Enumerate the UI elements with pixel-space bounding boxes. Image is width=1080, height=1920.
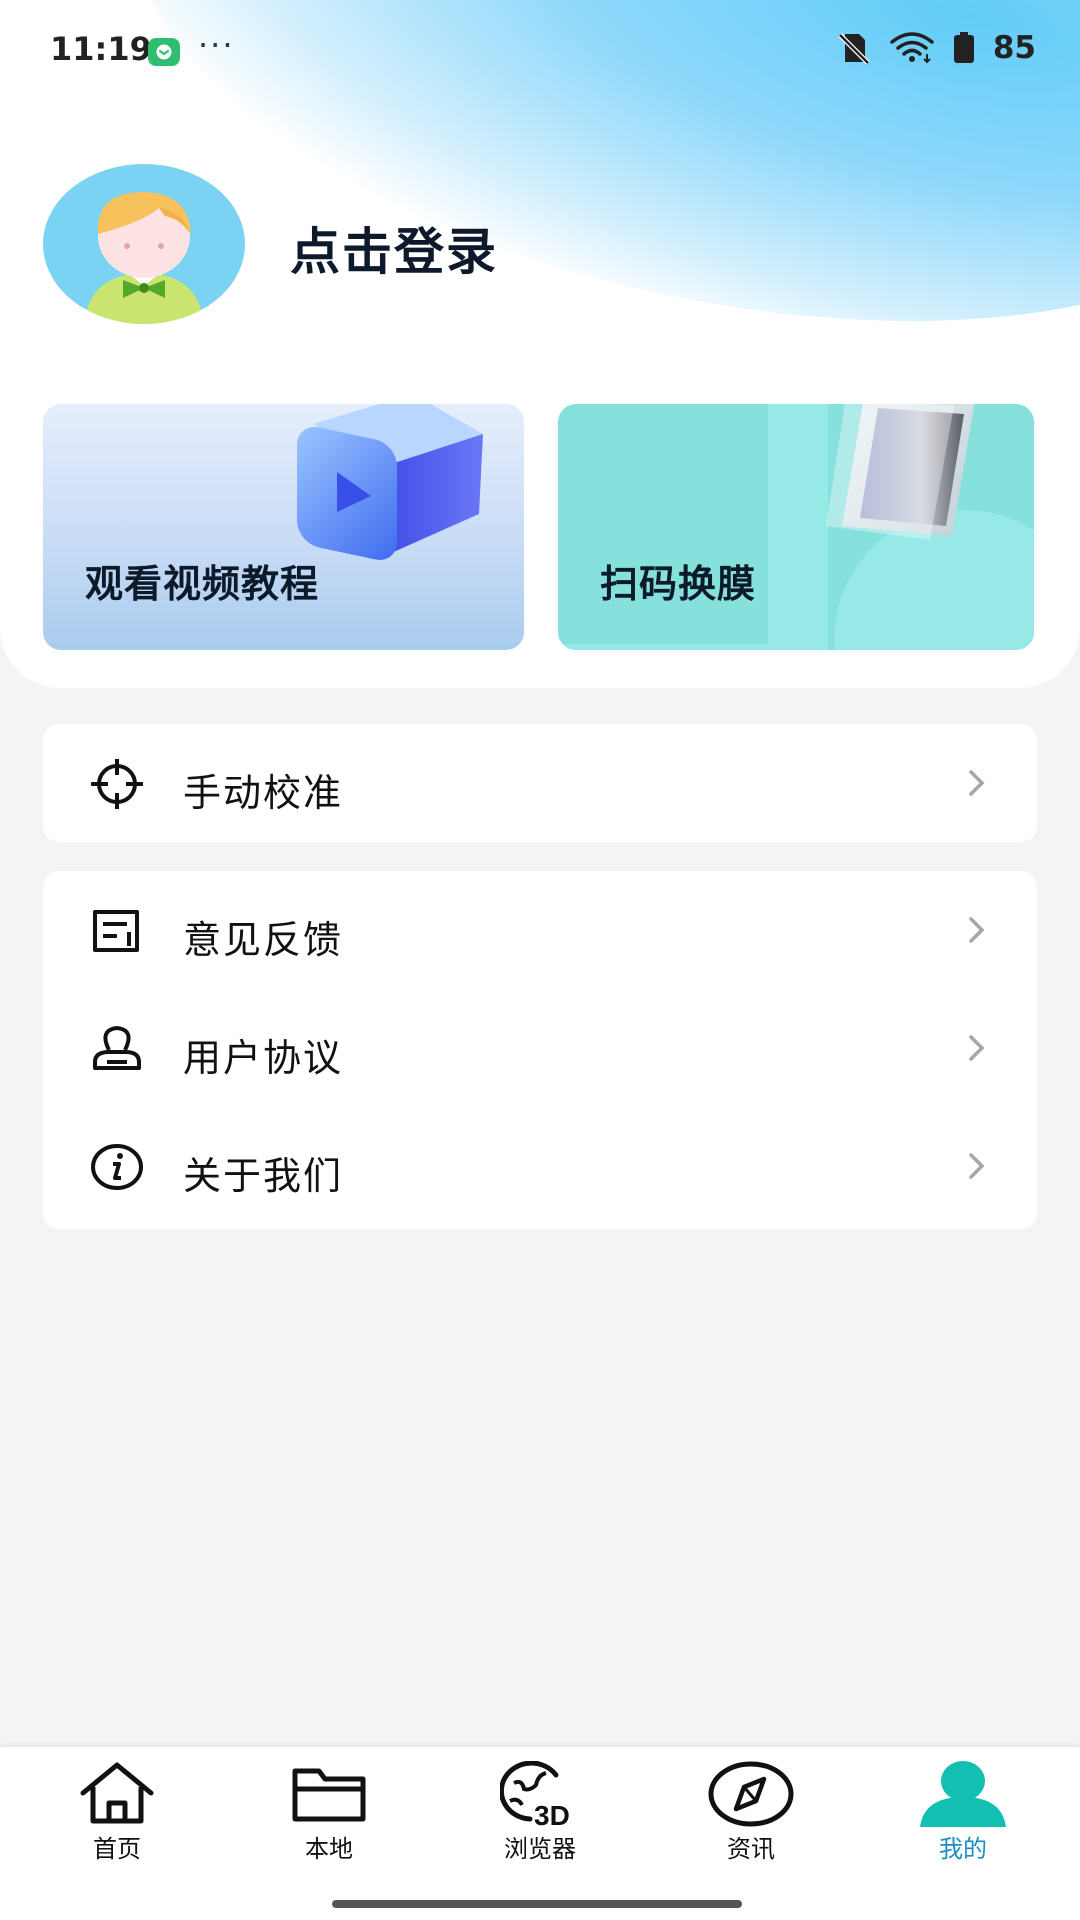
battery-level: 85 xyxy=(992,30,1036,66)
globe-3d-icon: 3D xyxy=(500,1761,570,1827)
settings-card: 意见反馈 用户协议 关于我们 xyxy=(43,871,1037,1229)
nav-label: 资讯 xyxy=(727,1835,775,1863)
menu-item-feedback[interactable]: 意见反馈 xyxy=(43,871,1037,989)
nav-browser[interactable]: 3D 浏览器 xyxy=(460,1761,620,1881)
chevron-right-icon xyxy=(969,770,985,796)
stamp-icon xyxy=(93,1025,141,1070)
screen-protector-icon xyxy=(826,404,975,540)
gesture-home-bar[interactable] xyxy=(332,1900,742,1908)
chevron-right-icon xyxy=(969,1035,985,1061)
home-icon xyxy=(80,1762,154,1824)
user-icon xyxy=(920,1761,1006,1827)
calibration-card: 手动校准 xyxy=(43,724,1037,842)
video-tutorial-tile[interactable]: 观看视频教程 xyxy=(43,404,524,650)
info-icon xyxy=(91,1144,143,1190)
tile-decoration xyxy=(558,404,828,650)
menu-label: 意见反馈 xyxy=(183,918,344,962)
status-bar: 11:19 ··· 85 xyxy=(0,0,1080,100)
folder-icon xyxy=(292,1768,366,1822)
nav-label: 浏览器 xyxy=(504,1835,576,1863)
video-tutorial-label: 观看视频教程 xyxy=(85,562,320,606)
video-cube-icon xyxy=(297,404,483,560)
more-notifications-icon: ··· xyxy=(198,26,235,64)
scan-change-film-tile[interactable]: 扫码换膜 xyxy=(558,404,1034,650)
svg-text:3D: 3D xyxy=(534,1800,570,1827)
menu-label: 关于我们 xyxy=(183,1154,344,1198)
scan-change-film-label: 扫码换膜 xyxy=(600,562,757,606)
wechat-notification-icon xyxy=(148,38,180,66)
menu-item-manual-calibration[interactable]: 手动校准 xyxy=(43,724,1037,842)
compass-icon xyxy=(708,1761,794,1827)
nav-label: 我的 xyxy=(939,1835,987,1863)
menu-label: 手动校准 xyxy=(183,771,344,815)
nav-mine[interactable]: 我的 xyxy=(883,1761,1043,1881)
chevron-right-icon xyxy=(969,917,985,943)
nav-news[interactable]: 资讯 xyxy=(671,1761,831,1881)
login-prompt[interactable]: 点击登录 xyxy=(290,212,498,284)
no-sim-icon xyxy=(838,33,870,64)
battery-icon xyxy=(953,32,974,63)
menu-item-user-agreement[interactable]: 用户协议 xyxy=(43,989,1037,1107)
nav-label: 本地 xyxy=(305,1835,353,1863)
nav-home[interactable]: 首页 xyxy=(37,1761,197,1881)
wifi-icon xyxy=(890,32,934,64)
nav-local[interactable]: 本地 xyxy=(249,1761,409,1881)
bottom-nav: 首页 本地 3D 浏览器 资讯 我的 xyxy=(0,1747,1080,1920)
menu-label: 用户协议 xyxy=(183,1036,344,1080)
menu-item-about-us[interactable]: 关于我们 xyxy=(43,1107,1037,1225)
crosshair-icon xyxy=(91,759,143,809)
feedback-icon xyxy=(93,910,139,952)
status-time: 11:19 xyxy=(50,30,152,68)
avatar[interactable] xyxy=(43,164,245,324)
status-right: 85 xyxy=(837,30,1036,66)
chevron-right-icon xyxy=(969,1153,985,1179)
nav-label: 首页 xyxy=(93,1835,141,1863)
